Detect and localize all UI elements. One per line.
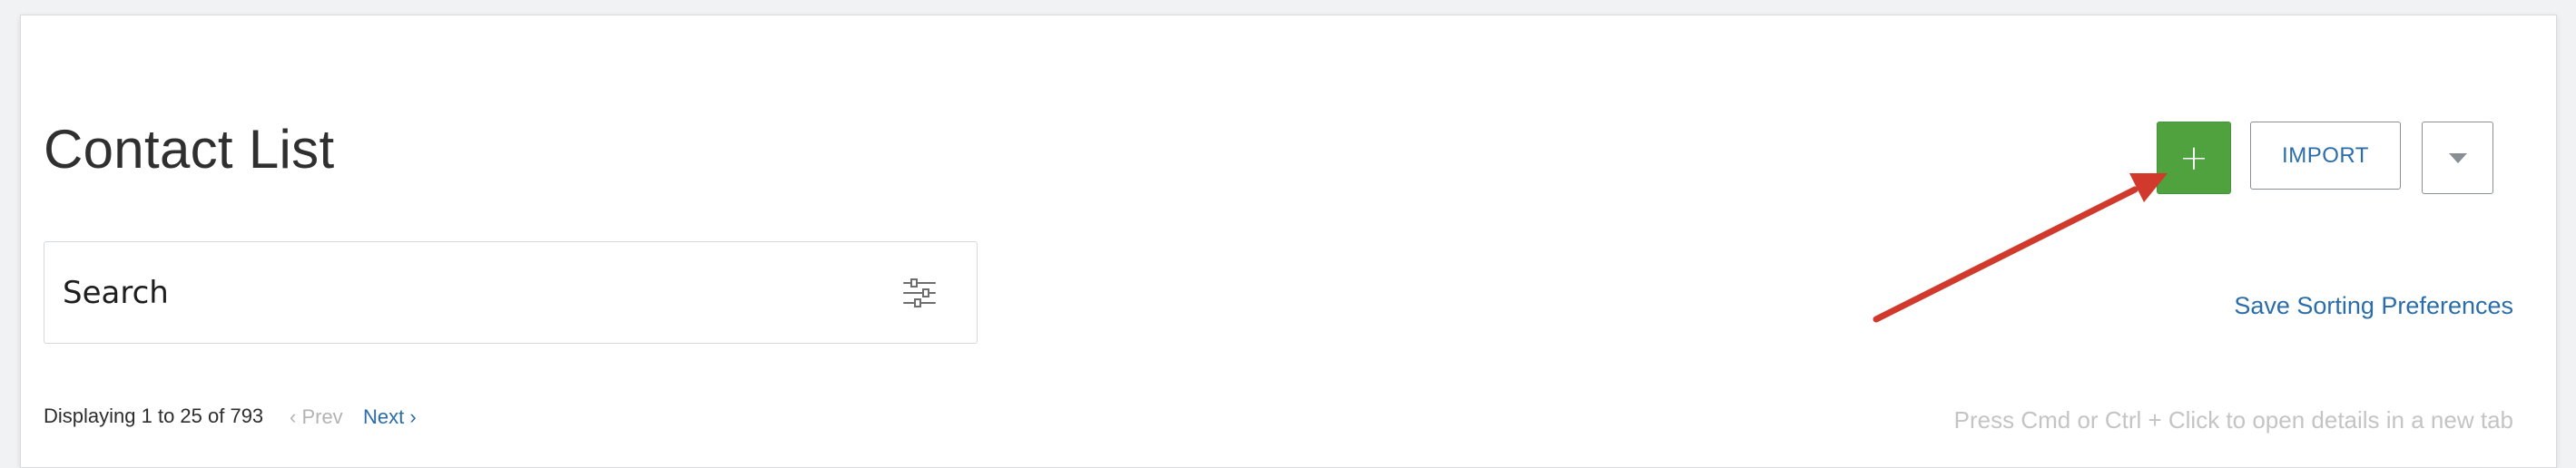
save-sorting-preferences-link[interactable]: Save Sorting Preferences — [2234, 292, 2513, 320]
plus-icon: + — [2179, 138, 2208, 178]
add-contact-button[interactable]: + — [2157, 122, 2231, 194]
page-title: Contact List — [44, 119, 335, 180]
import-button[interactable]: IMPORT — [2250, 122, 2401, 190]
more-actions-dropdown-button[interactable] — [2422, 122, 2493, 194]
caret-down-icon — [2448, 152, 2467, 163]
next-page-link[interactable]: Next › — [363, 405, 417, 429]
search-box — [44, 241, 978, 344]
pagination-count: Displaying 1 to 25 of 793 — [44, 405, 264, 427]
prev-page-link[interactable]: ‹ Prev — [290, 405, 343, 429]
search-input[interactable] — [63, 269, 880, 317]
hint-text: Press Cmd or Ctrl + Click to open detail… — [1953, 406, 2513, 434]
filter-sliders-icon[interactable] — [901, 277, 938, 309]
